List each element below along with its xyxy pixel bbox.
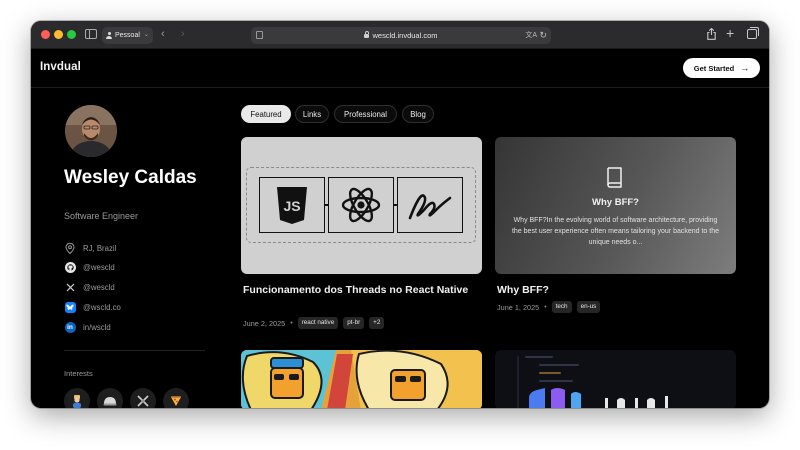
address-bar[interactable]: wescld.invdual.com 文A ↻ <box>251 27 551 44</box>
image-title: Why BFF? <box>592 197 639 208</box>
post-card-image-illustration[interactable] <box>241 350 482 408</box>
svg-text:JS: JS <box>283 198 300 214</box>
minimize-window-button[interactable] <box>54 30 63 39</box>
profile-switcher[interactable]: Pessoal ⌄ <box>102 27 153 44</box>
new-tab-icon[interactable]: + <box>726 25 734 41</box>
reload-icon[interactable]: ↻ <box>539 30 547 41</box>
react-icon <box>328 177 394 233</box>
arrow-right-icon: → <box>740 63 750 73</box>
person-icon <box>106 32 112 39</box>
profile-role: Software Engineer <box>64 211 139 221</box>
social-link-x[interactable]: @wescld <box>64 281 115 293</box>
post-tag[interactable]: en-us <box>576 301 601 313</box>
tab-featured-label: Featured <box>250 109 282 119</box>
post-card-image-code[interactable] <box>495 350 736 408</box>
avatar <box>65 105 117 157</box>
x-handle: @wescld <box>83 282 115 292</box>
get-started-label: Get Started <box>693 63 735 73</box>
url-display: wescld.invdual.com <box>251 27 551 44</box>
interest-helmet-icon[interactable] <box>97 388 123 408</box>
post-tag[interactable]: tech <box>551 301 572 313</box>
location-label: RJ, Brazil <box>83 243 117 253</box>
post-card-image-threads[interactable]: JS <box>241 137 482 274</box>
bluesky-icon <box>64 301 76 313</box>
chevron-down-icon: ⌄ <box>143 32 149 38</box>
x-icon <box>64 281 76 293</box>
forward-button[interactable]: › <box>181 28 185 40</box>
url-text: wescld.invdual.com <box>372 31 438 40</box>
social-link-linkedin[interactable]: in in/wscld <box>64 321 111 333</box>
meta-separator: • <box>544 303 547 311</box>
tab-overview-icon[interactable] <box>747 26 759 39</box>
tab-featured[interactable]: Featured <box>241 105 291 123</box>
get-started-button[interactable]: Get Started → <box>683 58 760 78</box>
tab-blog[interactable]: Blog <box>402 105 434 123</box>
tab-professional[interactable]: Professional <box>334 105 397 123</box>
bluesky-handle: @wscld.co <box>83 302 121 312</box>
site-logo[interactable]: Invdual <box>40 61 81 73</box>
location-row: RJ, Brazil <box>64 242 116 254</box>
post-tag[interactable]: pt-br <box>343 317 365 329</box>
tab-links[interactable]: Links <box>295 105 329 123</box>
javascript-icon: JS <box>259 177 325 233</box>
browser-window: Pessoal ⌄ ‹ › wescld.invdual.com 文A ↻ + … <box>31 21 769 408</box>
interest-pizza-icon[interactable] <box>163 388 189 408</box>
thread-scribble-icon <box>397 177 463 233</box>
interests-title: Interests <box>64 369 93 378</box>
meta-separator: • <box>290 319 293 327</box>
sidebar-divider <box>64 350 205 351</box>
sidebar-toggle-icon[interactable] <box>85 29 97 39</box>
lock-icon <box>364 31 370 38</box>
linkedin-handle: in/wscld <box>83 322 111 332</box>
post-title[interactable]: Funcionamento dos Threads no React Nativ… <box>243 283 479 298</box>
social-link-bluesky[interactable]: @wscld.co <box>64 301 121 313</box>
profile-label: Pessoal <box>115 32 140 39</box>
post-tag[interactable]: react native <box>297 317 339 329</box>
translate-icon[interactable]: 文A <box>525 31 537 40</box>
browser-toolbar: Pessoal ⌄ ‹ › wescld.invdual.com 文A ↻ + <box>31 21 769 49</box>
book-icon <box>607 167 622 188</box>
zoom-window-button[interactable] <box>67 30 76 39</box>
post-title[interactable]: Why BFF? <box>497 283 733 298</box>
github-icon <box>64 261 76 273</box>
interest-person-icon[interactable] <box>64 388 90 408</box>
post-date: June 2, 2025 <box>243 318 286 328</box>
post-card-image-bff[interactable]: Why BFF? Why BFF?In the evolving world o… <box>495 137 736 274</box>
site-header: Invdual Get Started → <box>31 49 769 88</box>
post-tag-more[interactable]: +2 <box>369 317 385 329</box>
tab-links-label: Links <box>302 109 322 119</box>
interest-tool-icon[interactable] <box>130 388 156 408</box>
close-window-button[interactable] <box>41 30 50 39</box>
linkedin-icon: in <box>64 321 76 333</box>
post-meta: June 2, 2025 • react native pt-br +2 <box>243 317 385 329</box>
tab-blog-label: Blog <box>410 109 426 119</box>
map-pin-icon <box>64 242 76 254</box>
profile-name: Wesley Caldas <box>64 167 197 188</box>
social-link-github[interactable]: @wescld <box>64 261 115 273</box>
tab-professional-label: Professional <box>344 109 387 119</box>
post-meta: June 1, 2025 • tech en-us <box>497 301 601 313</box>
image-description: Why BFF?In the evolving world of softwar… <box>511 217 720 246</box>
post-date: June 1, 2025 <box>497 302 540 312</box>
share-icon[interactable] <box>707 28 716 40</box>
back-button[interactable]: ‹ <box>161 28 165 40</box>
github-handle: @wescld <box>83 262 115 272</box>
